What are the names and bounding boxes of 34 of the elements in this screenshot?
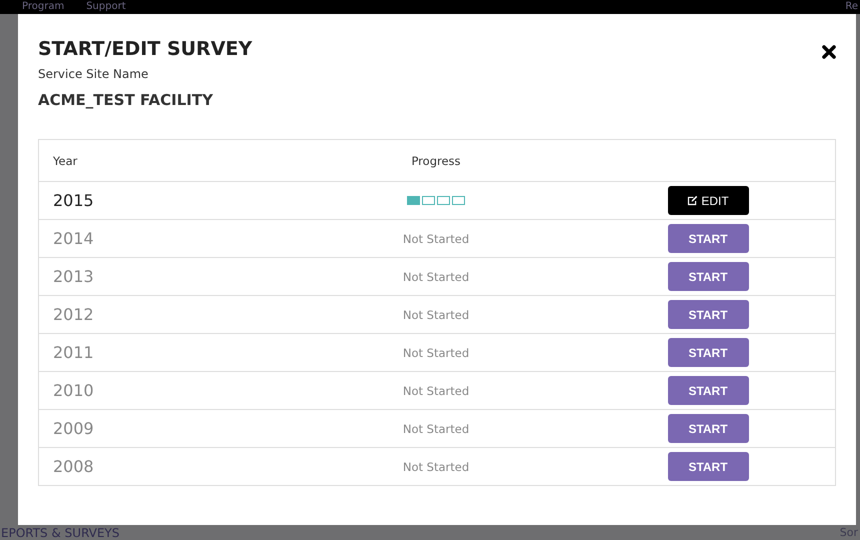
start-button[interactable]: START [668, 262, 748, 291]
year-cell: 2008 [53, 457, 94, 476]
year-cell: 2013 [53, 267, 94, 286]
start-button[interactable]: START [668, 338, 748, 367]
year-cell: 2011 [53, 343, 94, 362]
status-text: Not Started [402, 308, 470, 322]
start-button[interactable]: START [668, 414, 748, 443]
year-cell: 2010 [53, 381, 94, 400]
start-button[interactable]: START [668, 376, 748, 405]
start-button[interactable]: START [668, 224, 748, 253]
status-text: Not Started [402, 384, 470, 398]
nav-link[interactable]: Program [22, 1, 64, 13]
status-text: Not Started [402, 460, 470, 474]
start-button[interactable]: START [668, 452, 748, 481]
column-header: Year [53, 154, 78, 168]
nav-link[interactable]: Support [86, 1, 126, 13]
start-button[interactable]: START [668, 300, 748, 329]
field-label: Service Site Name [38, 67, 150, 81]
year-cell: 2015 [53, 191, 94, 210]
edit-icon [687, 195, 698, 206]
site-name: ACME_TEST FACILITY [38, 91, 214, 109]
year-cell: 2012 [53, 305, 94, 324]
status-text: Not Started [402, 270, 470, 284]
column-header: Progress [411, 154, 461, 168]
dialog-title: START/EDIT SURVEY [38, 38, 252, 60]
year-cell: 2014 [53, 229, 94, 248]
status-text: Not Started [402, 422, 470, 436]
edit-button[interactable]: EDIT [668, 186, 748, 215]
nav-link[interactable]: Re [845, 1, 858, 13]
status-text: Not Started [402, 346, 470, 360]
year-cell: 2009 [53, 419, 94, 438]
status-text: Not Started [402, 232, 470, 246]
section-heading: EPORTS & SURVEYS [1, 526, 120, 540]
close-icon[interactable] [822, 45, 836, 59]
